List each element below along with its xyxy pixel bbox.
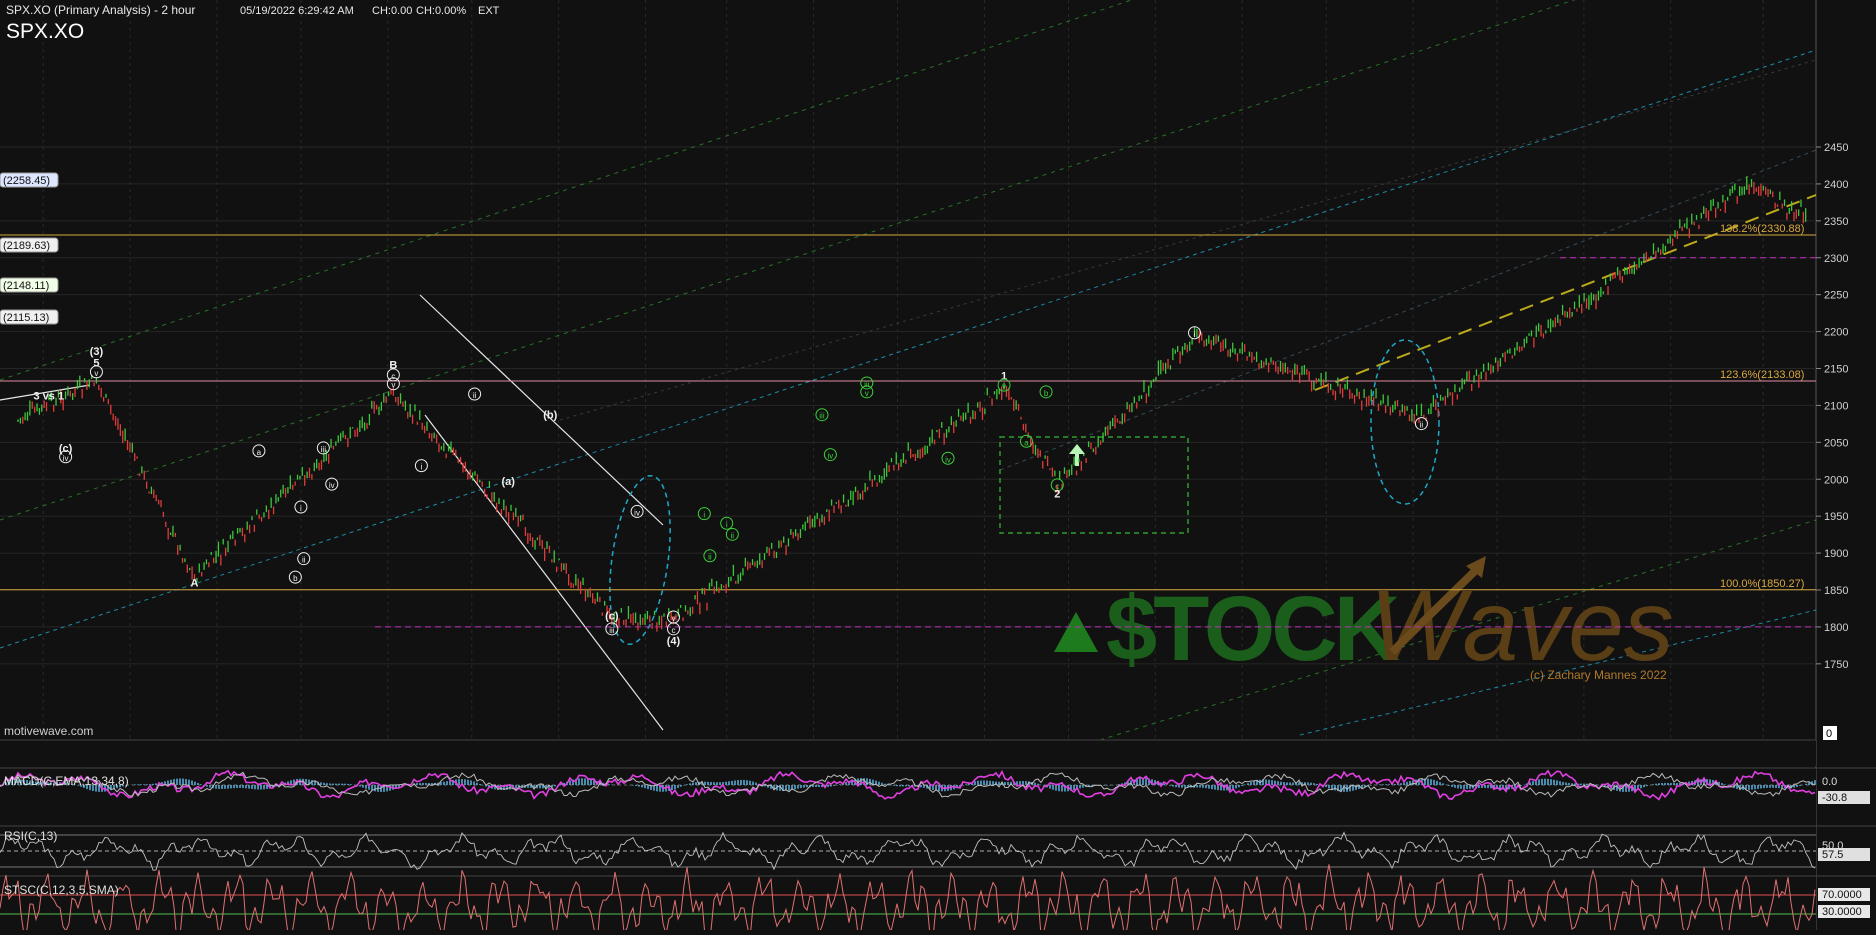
- level-label: 100.0%(1850.27): [1720, 578, 1804, 590]
- y-tick-label: 2050: [1824, 437, 1848, 449]
- symbol-label: SPX.XO: [6, 20, 84, 43]
- wave-label: i: [1194, 330, 1196, 339]
- wave-label: ii: [731, 531, 735, 540]
- indicator-tag-label: 57.5: [1822, 849, 1843, 861]
- indicator-tag-label: 30.0000: [1822, 906, 1862, 918]
- wave-label: iv: [63, 454, 69, 463]
- watermark-brand-left: $TOCK: [1106, 578, 1400, 680]
- y-tick-label: 2150: [1824, 364, 1848, 376]
- macd-label: MACD(C,EMA,13,34,8): [4, 774, 129, 788]
- wave-label: 1: [1001, 371, 1007, 383]
- wave-label: (4): [667, 636, 681, 648]
- wave-label: i: [420, 463, 422, 472]
- wave-label: c: [671, 626, 675, 635]
- wave-label: iii: [321, 445, 327, 454]
- macd-panel[interactable]: MACD(C,EMA,13,34,8): [0, 767, 1876, 826]
- chart-root: $TOCK Waves (c) Zachary Mannes 2022 138.…: [0, 0, 1876, 935]
- y-tick-label: 2450: [1824, 142, 1848, 154]
- rsi-panel[interactable]: RSI(C,13): [0, 825, 1876, 876]
- y-tick-label: 2300: [1824, 253, 1848, 265]
- wave-label: iii: [864, 380, 870, 389]
- wave-label: iii: [819, 412, 825, 421]
- wave-label: iv: [945, 455, 951, 464]
- wave-label: a: [1024, 438, 1029, 447]
- wave-label: 3 vs 1: [34, 391, 65, 403]
- y-tick-label: 2100: [1824, 400, 1848, 412]
- indicator-tag-label: 0.0: [1822, 776, 1837, 788]
- y-tick-label: 2250: [1824, 290, 1848, 302]
- wave-label: v: [1002, 382, 1006, 391]
- price-axis[interactable]: [1816, 0, 1876, 930]
- watermark-copyright: (c) Zachary Mannes 2022: [1530, 668, 1667, 682]
- chart-title: SPX.XO (Primary Analysis) - 2 hour: [6, 3, 195, 17]
- y-tick-label: 1850: [1824, 585, 1848, 597]
- y-tick-label: 2000: [1824, 474, 1848, 486]
- wave-label: (b): [543, 410, 557, 422]
- header-change-pct: CH:0.00%: [416, 5, 466, 17]
- wave-label: v: [865, 389, 869, 398]
- y-tick-label: 1950: [1824, 511, 1848, 523]
- wave-label: i: [300, 504, 302, 513]
- wave-label: ii: [473, 391, 477, 400]
- level-label: 138.2%(2330.88): [1720, 223, 1804, 235]
- wave-label: ii: [1420, 421, 1424, 430]
- y-tick-label: 1800: [1824, 622, 1848, 634]
- y-tick-label: 1900: [1824, 548, 1848, 560]
- wave-label: ii: [302, 556, 306, 565]
- wave-label: iv: [827, 452, 833, 461]
- wave-label: iv: [634, 508, 640, 517]
- time-axis[interactable]: [0, 740, 1816, 766]
- y-tick-label: 1750: [1824, 659, 1848, 671]
- wave-label: b: [1044, 389, 1049, 398]
- wave-label: iii: [609, 626, 615, 635]
- left-tag-label: (2148.11): [3, 280, 49, 292]
- wave-label: (c): [605, 611, 619, 623]
- chart-canvas[interactable]: $TOCK Waves (c) Zachary Mannes 2022 138.…: [0, 0, 1876, 935]
- left-tag-label: (2189.63): [3, 240, 50, 252]
- wave-label: v: [391, 381, 395, 390]
- stoch-label: STSC(C,12,3,5,SMA): [4, 883, 119, 897]
- wave-label: 2: [1054, 489, 1060, 501]
- wave-label: i: [726, 520, 728, 529]
- wave-label: c: [391, 372, 395, 381]
- left-tag-label: (2115.13): [3, 312, 49, 324]
- level-label: 123.6%(2133.08): [1720, 369, 1804, 381]
- wave-label: a: [257, 448, 262, 457]
- header-change: CH:0.00: [372, 5, 412, 17]
- wave-label: i: [703, 511, 705, 520]
- wave-label: ii: [708, 553, 712, 562]
- axis-corner-tag: 0: [1826, 728, 1832, 740]
- wave-label: iv: [329, 481, 335, 490]
- y-tick-label: 2200: [1824, 327, 1848, 339]
- wave-label: v: [671, 614, 675, 623]
- y-tick-label: 2350: [1824, 216, 1848, 228]
- source-label: motivewave.com: [4, 724, 93, 738]
- indicator-tag-label: -30.8: [1822, 792, 1847, 804]
- wave-label: v: [94, 369, 98, 378]
- wave-label: A: [191, 577, 199, 589]
- wave-label: 5: [93, 357, 99, 369]
- wave-label: (a): [501, 476, 515, 488]
- rsi-label: RSI(C,13): [4, 829, 57, 843]
- indicator-tag-label: 70.0000: [1822, 889, 1862, 901]
- header-session: EXT: [478, 5, 500, 17]
- y-tick-label: 2400: [1824, 179, 1848, 191]
- wave-label: b: [293, 574, 298, 583]
- header-timestamp: 05/19/2022 6:29:42 AM: [240, 5, 354, 17]
- left-tag-label: (2258.45): [3, 175, 50, 187]
